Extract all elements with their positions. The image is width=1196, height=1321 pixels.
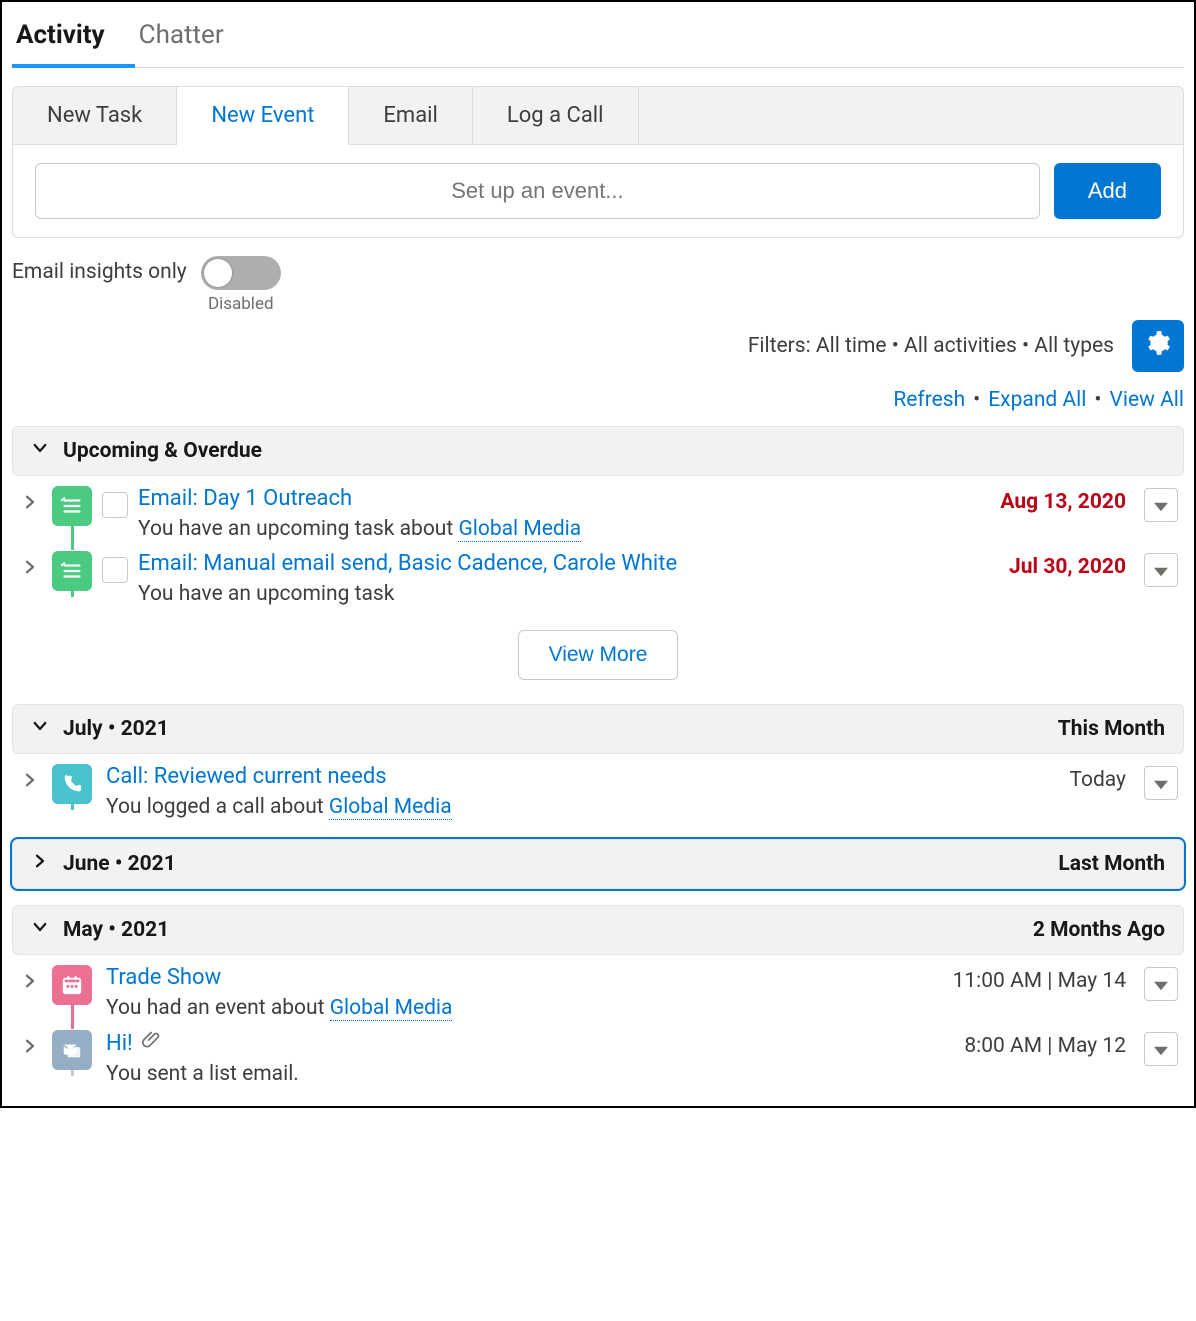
section-meta: Last Month xyxy=(1058,852,1165,876)
tab-new-task[interactable]: New Task xyxy=(13,87,177,144)
item-date: 11:00 AM | May 14 xyxy=(953,965,1126,993)
timeline-item: Email: Manual email send, Basic Cadence,… xyxy=(12,541,1184,606)
chevron-down-icon xyxy=(31,918,49,942)
item-menu-button[interactable] xyxy=(1144,488,1178,522)
email-insights-toggle[interactable] xyxy=(201,256,281,290)
timeline-stem xyxy=(71,804,74,810)
item-subtitle: You logged a call about Global Media xyxy=(106,795,1059,819)
top-tab-bar: Activity Chatter xyxy=(12,6,1184,68)
item-menu-button[interactable] xyxy=(1144,967,1178,1001)
event-icon xyxy=(52,965,92,1005)
timeline-item: Call: Reviewed current needs You logged … xyxy=(12,754,1184,819)
chevron-down-icon xyxy=(31,717,49,741)
item-menu-button[interactable] xyxy=(1144,766,1178,800)
triangle-down-icon xyxy=(1154,972,1168,996)
email-icon xyxy=(52,1030,92,1070)
expand-item-button[interactable] xyxy=(18,551,42,581)
email-insights-label: Email insights only xyxy=(12,256,187,284)
section-may-2021[interactable]: May • 2021 2 Months Ago xyxy=(12,905,1184,955)
item-menu-button[interactable] xyxy=(1144,553,1178,587)
tab-activity[interactable]: Activity xyxy=(12,6,135,68)
tab-new-event[interactable]: New Event xyxy=(177,87,349,145)
tab-email[interactable]: Email xyxy=(349,87,472,144)
item-subtitle: You have an upcoming task about Global M… xyxy=(138,517,990,541)
timeline-item: Email: Day 1 Outreach You have an upcomi… xyxy=(12,476,1184,541)
expand-all-link[interactable]: Expand All xyxy=(988,388,1086,412)
section-upcoming-overdue[interactable]: Upcoming & Overdue xyxy=(12,426,1184,476)
item-date: Today xyxy=(1069,764,1126,792)
timeline-settings-button[interactable] xyxy=(1132,320,1184,372)
section-title: June • 2021 xyxy=(63,852,176,876)
separator: • xyxy=(1094,388,1101,412)
filters-summary: Filters: All time • All activities • All… xyxy=(748,334,1114,358)
add-button[interactable]: Add xyxy=(1054,163,1161,219)
triangle-down-icon xyxy=(1154,558,1168,582)
composer-tabs: New Task New Event Email Log a Call xyxy=(13,87,1183,144)
call-icon xyxy=(52,764,92,804)
separator: • xyxy=(973,388,980,412)
item-title-link[interactable]: Email: Day 1 Outreach xyxy=(138,486,352,511)
timeline-stem xyxy=(71,1005,74,1029)
timeline-stem xyxy=(71,526,74,550)
record-link[interactable]: Global Media xyxy=(329,795,452,820)
item-title-link[interactable]: Call: Reviewed current needs xyxy=(106,764,387,789)
section-title: Upcoming & Overdue xyxy=(63,439,262,463)
expand-item-button[interactable] xyxy=(18,764,42,794)
expand-item-button[interactable] xyxy=(18,965,42,995)
item-subtitle: You had an event about Global Media xyxy=(106,996,943,1020)
record-link[interactable]: Global Media xyxy=(458,517,581,542)
section-june-2021[interactable]: June • 2021 Last Month xyxy=(12,839,1184,889)
section-meta: This Month xyxy=(1058,717,1165,741)
refresh-link[interactable]: Refresh xyxy=(893,388,965,412)
item-date: Aug 13, 2020 xyxy=(1000,486,1126,514)
complete-task-checkbox[interactable] xyxy=(102,492,128,518)
timeline-item: Hi! You sent a list email. 8:00 AM | May… xyxy=(12,1020,1184,1086)
timeline-item: Trade Show You had an event about Global… xyxy=(12,955,1184,1020)
item-title-link[interactable]: Hi! xyxy=(106,1031,133,1056)
chevron-down-icon xyxy=(31,439,49,463)
view-all-link[interactable]: View All xyxy=(1109,388,1184,412)
triangle-down-icon xyxy=(1154,493,1168,517)
attachment-icon xyxy=(142,1031,162,1055)
activity-composer: New Task New Event Email Log a Call Add xyxy=(12,86,1184,238)
tab-log-call[interactable]: Log a Call xyxy=(473,87,639,144)
record-link[interactable]: Global Media xyxy=(330,996,453,1021)
view-more-button[interactable]: View More xyxy=(518,630,679,680)
item-menu-button[interactable] xyxy=(1144,1032,1178,1066)
item-subtitle: You sent a list email. xyxy=(106,1062,954,1086)
chevron-right-icon xyxy=(31,852,49,876)
item-subtitle: You have an upcoming task xyxy=(138,582,999,606)
complete-task-checkbox[interactable] xyxy=(102,557,128,583)
timeline-stem xyxy=(71,1070,74,1076)
task-icon xyxy=(52,486,92,526)
section-meta: 2 Months Ago xyxy=(1033,918,1165,942)
item-date: 8:00 AM | May 12 xyxy=(964,1030,1126,1058)
triangle-down-icon xyxy=(1154,1037,1168,1061)
timeline-stem xyxy=(71,591,74,597)
expand-item-button[interactable] xyxy=(18,1030,42,1060)
item-date: Jul 30, 2020 xyxy=(1009,551,1126,579)
gear-icon xyxy=(1145,330,1171,362)
event-subject-input[interactable] xyxy=(35,163,1040,219)
expand-item-button[interactable] xyxy=(18,486,42,516)
timeline-actions: Refresh • Expand All • View All xyxy=(12,388,1184,412)
section-title: July • 2021 xyxy=(63,717,169,741)
triangle-down-icon xyxy=(1154,771,1168,795)
item-title-link[interactable]: Email: Manual email send, Basic Cadence,… xyxy=(138,551,677,576)
section-title: May • 2021 xyxy=(63,918,169,942)
tab-chatter[interactable]: Chatter xyxy=(135,6,254,67)
task-icon xyxy=(52,551,92,591)
item-title-link[interactable]: Trade Show xyxy=(106,965,221,990)
email-insights-state: Disabled xyxy=(208,294,274,314)
section-july-2021[interactable]: July • 2021 This Month xyxy=(12,704,1184,754)
